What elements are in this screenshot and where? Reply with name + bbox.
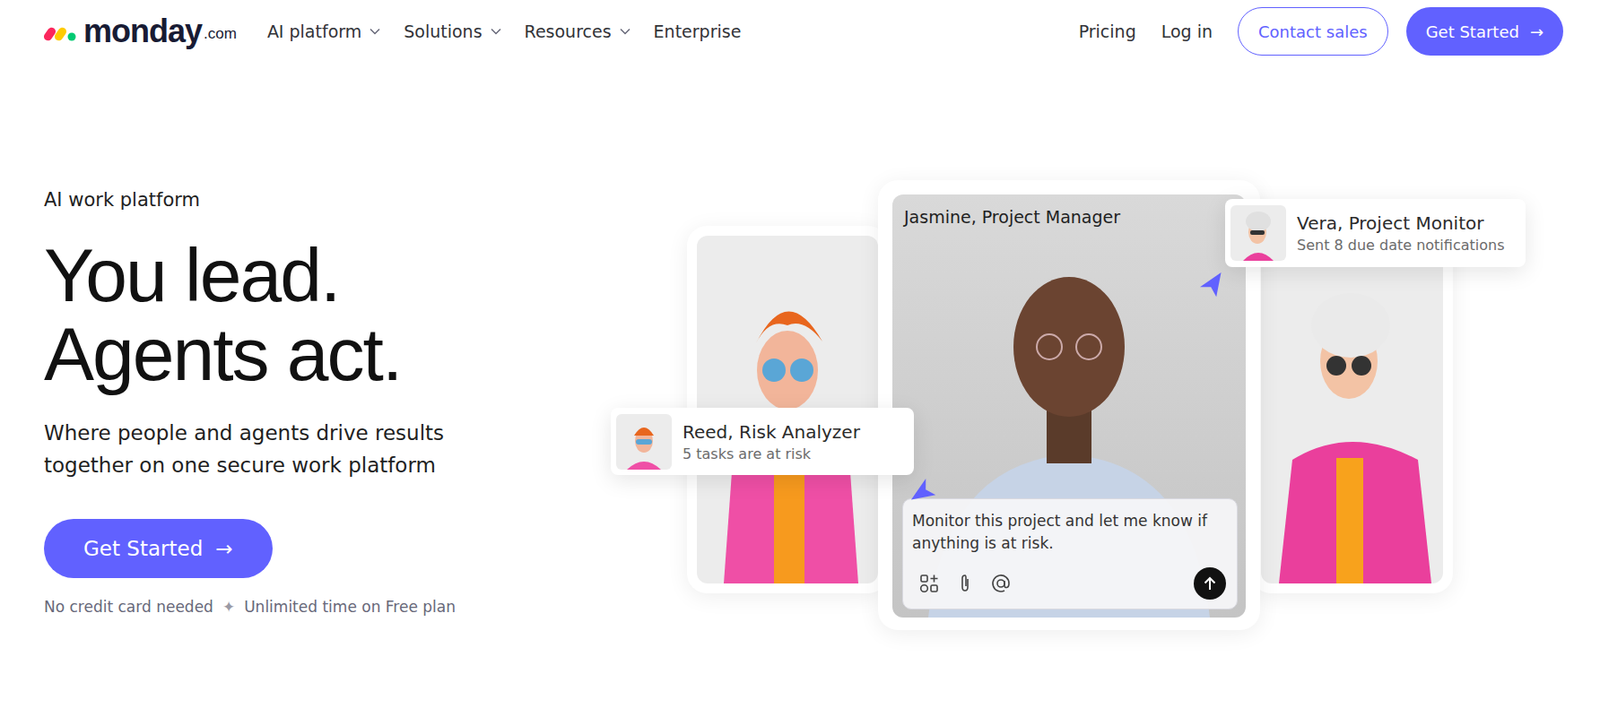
agent-avatar-icon (616, 414, 672, 470)
agent-name: Vera, Project Monitor (1296, 212, 1505, 235)
agent-avatar-icon (1230, 205, 1287, 261)
nav-item-label: Solutions (403, 21, 482, 42)
agent-status: 5 tasks are at risk (682, 445, 861, 463)
nav-item[interactable]: Resources (524, 21, 631, 42)
agent-figure (1260, 235, 1444, 584)
hero: AI work platform You lead.Agents act. Wher… (0, 62, 1600, 646)
cursor-icon (1193, 268, 1229, 304)
send-button[interactable] (1193, 567, 1227, 600)
get-started-button[interactable]: Get Started → (1406, 7, 1564, 56)
agent-info: Reed, Risk Analyzer5 tasks are at risk (682, 421, 861, 463)
agent-badge: Vera, Project MonitorSent 8 due date not… (1225, 199, 1526, 268)
top-nav: monday.com AI platform Solutions Resources E… (0, 0, 1600, 63)
logo-icon (43, 21, 79, 42)
nav-link[interactable]: Log in (1161, 21, 1213, 42)
button-label: Get Started (83, 537, 203, 561)
subtitle-line: Where people and agents drive results (43, 417, 601, 450)
chevron-down-icon (619, 27, 631, 35)
nav-item-label: Enterprise (653, 21, 742, 42)
contact-sales-button[interactable]: Contact sales (1237, 7, 1389, 56)
note: No credit card needed (43, 598, 214, 617)
nav-item[interactable]: Solutions (403, 21, 501, 42)
logo-text: monday (83, 12, 202, 51)
agent-status: Sent 8 due date notifications (1296, 236, 1505, 254)
agent-photo (1260, 235, 1444, 584)
apps-icon (919, 573, 940, 594)
nav-item-label: AI platform (267, 21, 362, 42)
nav-actions: Pricing Log in Contact sales Get Started → (1078, 7, 1564, 56)
subtitle-line: together on one secure work platform (43, 449, 601, 482)
prompt-box[interactable]: Monitor this project and let me know if … (902, 498, 1238, 610)
mention-icon (991, 573, 1011, 594)
nav-link[interactable]: Pricing (1078, 21, 1137, 42)
subtitle: Where people and agents drive resultstog… (43, 417, 601, 482)
nav-item[interactable]: Enterprise (653, 21, 742, 42)
headline-line: Agents act. (43, 314, 601, 394)
agent-name: Reed, Risk Analyzer (682, 421, 861, 444)
arrow: → (215, 537, 233, 561)
notes: No credit card needed ✦ Unlimited time on … (43, 598, 601, 617)
prompt-text: Monitor this project and let me know if … (912, 510, 1227, 556)
prompt-toolbar (912, 567, 1227, 600)
nav-item[interactable]: AI platform (267, 21, 381, 42)
chevron-down-icon (490, 27, 502, 35)
hero-illustration: Jasmine, Project Manager Monitor this pro… (600, 170, 1534, 646)
agent-avatar (1230, 205, 1287, 261)
button-label: Get Started (1426, 22, 1520, 42)
separator: ✦ (222, 598, 235, 617)
headline: You lead.Agents act. (43, 235, 601, 394)
note: Unlimited time on Free plan (243, 598, 456, 617)
agent-card (1251, 226, 1453, 594)
arrow: → (1530, 22, 1544, 42)
arrow-up-icon (1201, 575, 1218, 592)
cursor-icon (906, 472, 942, 508)
headline-line: You lead. (43, 235, 601, 315)
eyebrow: AI work platform (43, 189, 601, 211)
nav-menu: AI platform Solutions Resources Enterprise (267, 21, 741, 42)
logo[interactable]: monday.com (43, 12, 237, 51)
chevron-down-icon (369, 27, 381, 35)
attachment-icon (955, 573, 975, 594)
hero-text: AI work platform You lead.Agents act. Wher… (43, 62, 601, 646)
cta-button[interactable]: Get Started → (43, 519, 273, 579)
person-label: Jasmine, Project Manager (904, 207, 1121, 227)
agent-avatar (616, 414, 672, 470)
agent-info: Vera, Project MonitorSent 8 due date not… (1296, 212, 1505, 254)
agent-badge: Reed, Risk Analyzer5 tasks are at risk (610, 408, 914, 476)
nav-item-label: Resources (524, 21, 612, 42)
logo-suffix: .com (203, 25, 237, 44)
